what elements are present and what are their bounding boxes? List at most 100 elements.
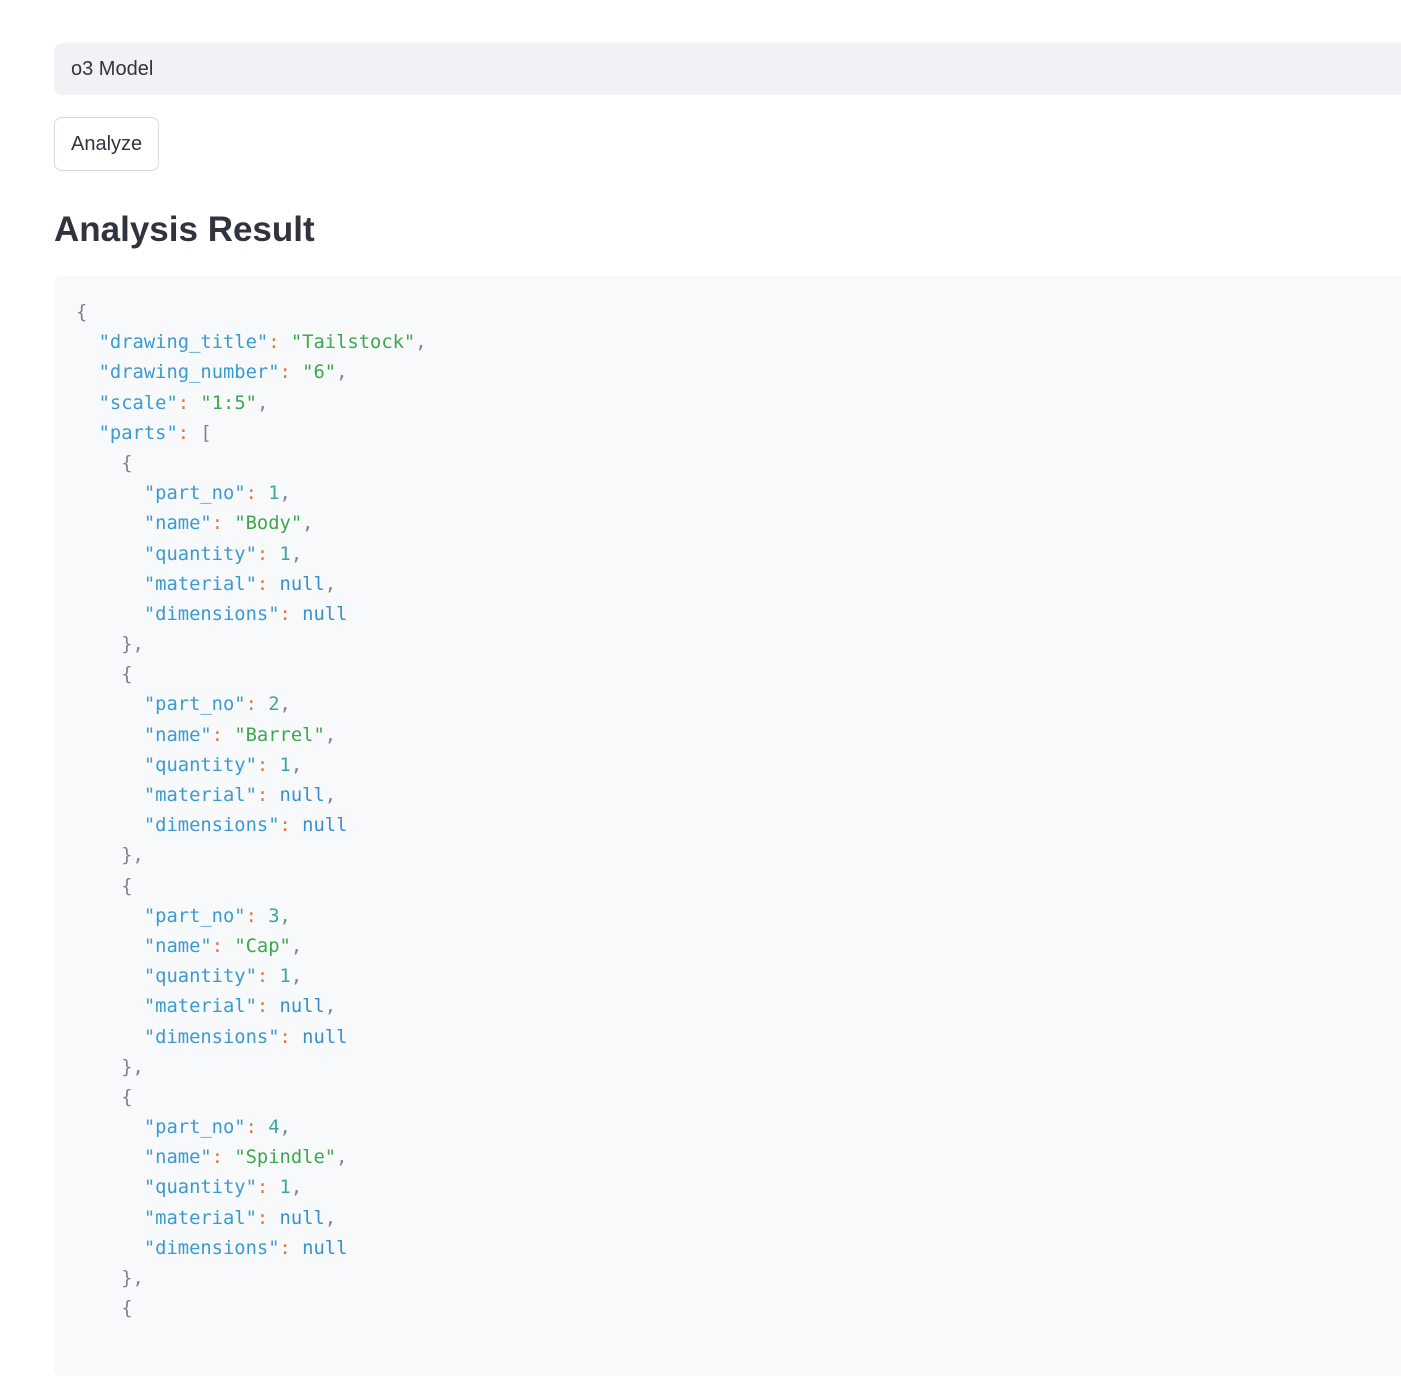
json-line: {: [76, 449, 427, 479]
json-line: "material": null,: [76, 570, 427, 600]
json-key: "name": [143, 724, 212, 746]
json-key: "quantity": [143, 966, 257, 988]
json-key: "material": [143, 573, 257, 595]
json-comma: ,: [324, 724, 337, 746]
json-line: "dimensions": null: [76, 1023, 427, 1053]
json-null: null: [279, 996, 325, 1018]
json-string: "Spindle": [234, 1147, 337, 1169]
json-string: "Tailstock": [290, 332, 416, 354]
json-comma: ,: [302, 513, 314, 535]
json-key: "dimensions": [143, 1026, 280, 1048]
json-brace: {: [121, 1298, 133, 1320]
json-key: "quantity": [143, 754, 257, 776]
json-string: "1:5": [200, 392, 257, 414]
json-result-viewer: { "drawing_title": "Tailstock", "drawing…: [54, 276, 1401, 1376]
json-line: },: [76, 841, 427, 871]
json-line: "material": null,: [76, 781, 427, 811]
json-key: "scale": [98, 392, 178, 414]
json-number: 1: [279, 1177, 291, 1199]
json-comma: ,: [324, 785, 337, 806]
json-line: {: [76, 1083, 427, 1113]
json-line: "part_no": 1,: [76, 479, 427, 509]
json-line: "drawing_number": "6",: [76, 358, 427, 388]
json-line: },: [76, 1053, 427, 1083]
json-null: null: [302, 815, 348, 837]
json-key: "name": [143, 935, 212, 957]
json-line: "drawing_title": "Tailstock",: [76, 328, 427, 358]
analyze-button[interactable]: Analyze: [54, 117, 160, 171]
json-key: "name": [143, 1147, 212, 1169]
json-colon: :: [245, 1117, 269, 1139]
json-colon: :: [211, 1147, 235, 1169]
json-line: "scale": "1:5",: [76, 389, 427, 419]
json-null: null: [302, 1237, 348, 1259]
json-number: 3: [268, 905, 280, 927]
json-line: "parts": [: [76, 419, 427, 449]
json-line: "dimensions": null: [76, 811, 427, 841]
json-brace: },: [121, 1268, 144, 1289]
json-bracket: [: [200, 422, 212, 444]
json-line: "quantity": 1,: [76, 751, 427, 781]
json-line: {: [76, 298, 427, 328]
json-brace: },: [121, 1056, 144, 1078]
json-line: "name": "Barrel",: [76, 721, 427, 751]
json-key: "drawing_number": [98, 362, 280, 384]
json-line: {: [76, 1294, 427, 1324]
json-comma: ,: [336, 362, 348, 384]
json-comma: ,: [290, 754, 303, 776]
json-key: "material": [143, 785, 257, 806]
json-line: "quantity": 1,: [76, 540, 427, 570]
json-line: "material": null,: [76, 992, 427, 1022]
json-colon: :: [268, 332, 291, 354]
json-comma: ,: [256, 392, 269, 414]
json-line: "quantity": 1,: [76, 1173, 427, 1203]
json-number: 1: [279, 754, 291, 776]
json-line: "name": "Spindle",: [76, 1143, 427, 1173]
json-colon: :: [245, 483, 269, 505]
json-brace: {: [121, 875, 133, 897]
json-string: "Body": [234, 513, 303, 535]
json-string: "Barrel": [234, 724, 325, 746]
json-colon: :: [279, 362, 303, 384]
json-brace: },: [121, 845, 144, 867]
json-key: "material": [143, 996, 257, 1018]
json-colon: :: [177, 422, 201, 444]
json-colon: :: [279, 603, 303, 625]
json-key: "quantity": [143, 543, 257, 565]
json-key: "parts": [98, 422, 178, 444]
json-null: null: [279, 573, 325, 595]
json-key: "material": [143, 1207, 257, 1229]
json-key: "part_no": [143, 1117, 246, 1139]
model-select-value: o3 Model: [71, 58, 154, 80]
json-colon: :: [256, 754, 280, 776]
json-line: "dimensions": null: [76, 600, 427, 630]
json-key: "dimensions": [143, 603, 280, 625]
json-line: },: [76, 1264, 427, 1294]
json-colon: :: [256, 996, 280, 1018]
json-brace: },: [121, 634, 144, 656]
json-colon: :: [211, 724, 235, 746]
json-key: "dimensions": [143, 1237, 280, 1259]
json-line: "material": null,: [76, 1204, 427, 1234]
json-string: "6": [302, 362, 337, 384]
json-comma: ,: [324, 573, 337, 595]
json-null: null: [302, 1026, 348, 1048]
json-key: "part_no": [143, 905, 246, 927]
model-select[interactable]: o3 Model: [54, 43, 1401, 95]
json-brace: {: [121, 452, 133, 474]
json-colon: :: [177, 392, 201, 414]
json-line: },: [76, 630, 427, 660]
json-colon: :: [245, 905, 269, 927]
json-brace: {: [76, 302, 88, 323]
json-colon: :: [211, 935, 235, 957]
json-number: 1: [279, 543, 291, 565]
json-comma: ,: [415, 332, 427, 354]
json-colon: :: [256, 1207, 280, 1229]
json-line: "part_no": 4,: [76, 1113, 427, 1143]
json-string: "Cap": [234, 935, 291, 957]
json-comma: ,: [279, 1117, 291, 1139]
json-comma: ,: [290, 935, 303, 957]
json-key: "name": [143, 513, 212, 535]
json-key: "part_no": [143, 694, 246, 716]
json-comma: ,: [279, 905, 291, 927]
